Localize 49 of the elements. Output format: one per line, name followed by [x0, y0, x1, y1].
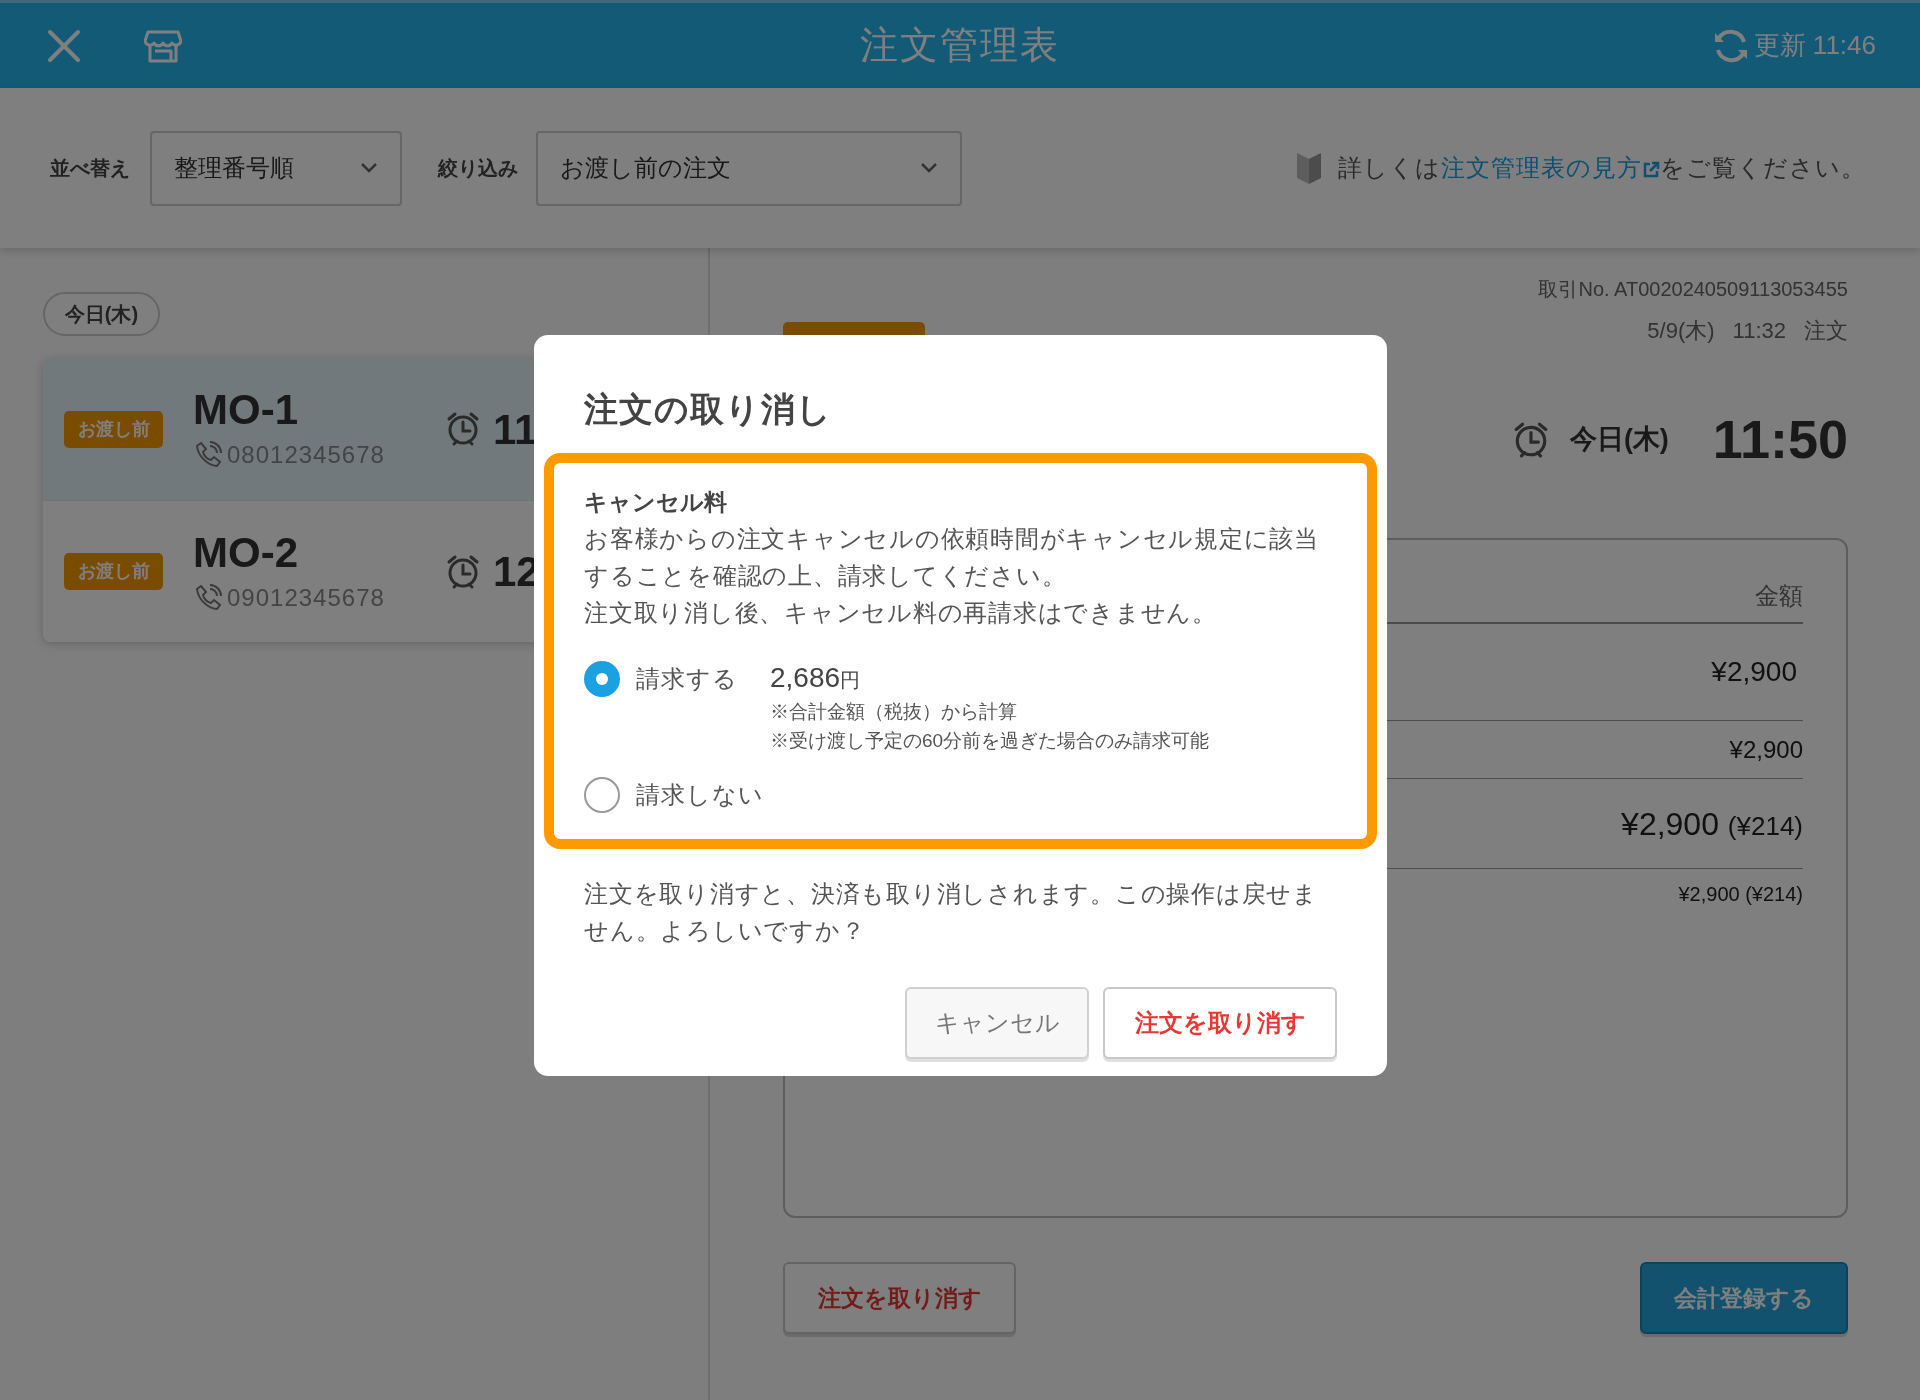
phone-icon	[193, 582, 223, 613]
pickup-time: 11:50	[1712, 408, 1848, 471]
phone-icon	[193, 440, 223, 470]
chevron-down-icon	[920, 162, 938, 174]
sort-label: 並べ替え	[50, 156, 130, 181]
register-payment-button[interactable]: 会計登録する	[1640, 1262, 1848, 1334]
amount-cell-text: ¥2,900 (¥214)	[1621, 804, 1803, 844]
order-datetime: 5/9(木)	[1647, 317, 1715, 345]
help-link[interactable]: 注文管理表の見方	[1441, 154, 1660, 181]
status-badge: お渡し前	[64, 410, 163, 448]
pickup-day: 今日(木)	[1569, 419, 1669, 460]
filter-dropdown[interactable]: お渡し前の注文	[536, 130, 962, 206]
external-link-icon	[1642, 160, 1660, 179]
pickup-time: 11	[493, 404, 538, 455]
transaction-number: 取引No. AT0020240509113053455	[1538, 277, 1848, 302]
order-number: MO-1	[193, 385, 299, 435]
cancel-button[interactable]: キャンセル	[905, 986, 1089, 1059]
phone-number: 09012345678	[227, 582, 385, 613]
filter-label: 絞り込み	[438, 156, 518, 181]
radio-button[interactable]	[584, 776, 620, 813]
page-title: 注文管理表	[860, 23, 1060, 68]
chevron-down-icon	[360, 162, 378, 174]
order-datetime: 11:32	[1732, 317, 1786, 345]
column-header: 金額	[1755, 581, 1803, 611]
cancel-order-button[interactable]: 注文を取り消す	[1103, 986, 1337, 1059]
close-button[interactable]	[46, 27, 82, 64]
fee-note: ※受け渡し予定の60分前を過ぎた場合のみ請求可能	[770, 728, 1210, 753]
status-badge: お渡し前	[64, 553, 163, 590]
date-chip: 今日(木)	[43, 292, 160, 336]
alarm-clock-icon	[445, 553, 481, 590]
order-number: MO-2	[193, 527, 299, 578]
order-datetime: 注文	[1804, 317, 1848, 345]
close-icon	[47, 28, 81, 63]
fee-note: ※合計金額（税抜）から計算	[770, 699, 1018, 724]
help-text: 詳しくは注文管理表の見方 をご覧ください。	[1338, 153, 1866, 183]
dialog-message: 注文を取り消すと、決済も取り消しされます。この操作は戻せません。よろしいですか？	[584, 878, 1319, 946]
fee-amount: 2,686円	[770, 660, 862, 695]
amount-cell-text: ¥2,900	[1711, 655, 1798, 689]
radio-button[interactable]	[584, 660, 620, 697]
option-label: 請求しない	[636, 779, 764, 810]
phone-number: 08012345678	[227, 440, 385, 470]
amount-cell-text: ¥2,900	[1729, 734, 1803, 765]
amount-cell-text: ¥2,900 (¥214)	[1678, 882, 1803, 907]
store-icon	[144, 28, 182, 63]
option-label: 請求する	[636, 663, 738, 694]
cancel-order-button[interactable]: 注文を取り消す	[783, 1262, 1016, 1334]
sort-dropdown[interactable]: 整理番号順	[150, 130, 402, 206]
alarm-clock-icon	[445, 411, 481, 447]
book-icon	[1294, 150, 1324, 186]
